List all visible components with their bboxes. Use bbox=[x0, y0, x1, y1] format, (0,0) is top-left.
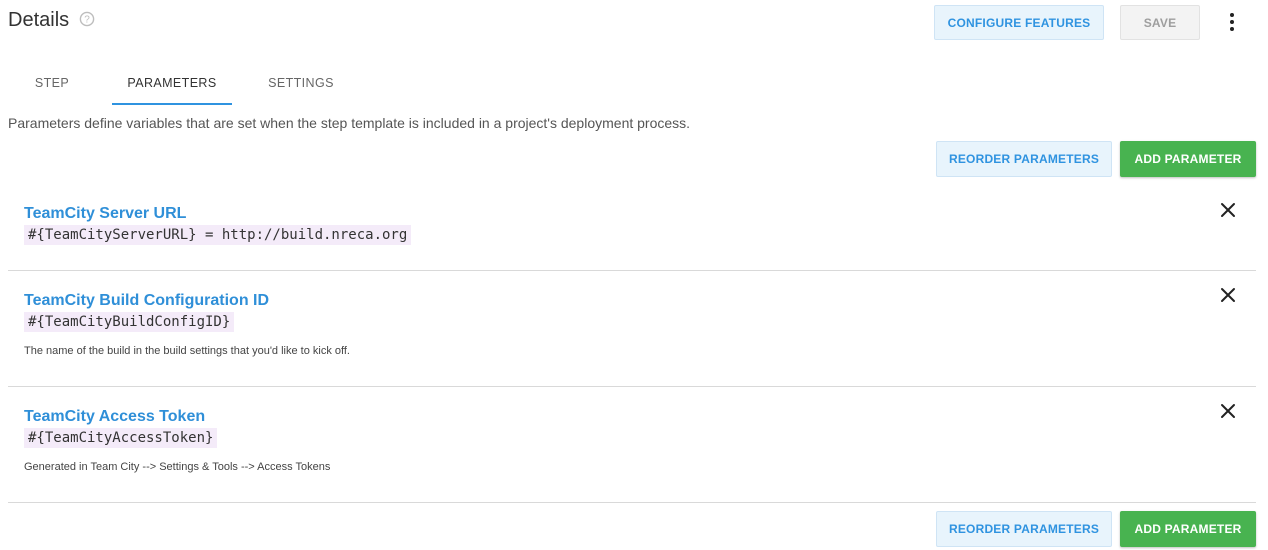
page-header: Details ? CONFIGURE FEATURES SAVE bbox=[8, 0, 1260, 48]
reorder-parameters-button-bottom[interactable]: REORDER PARAMETERS bbox=[936, 511, 1112, 547]
save-button[interactable]: SAVE bbox=[1120, 5, 1200, 40]
page-title: Details bbox=[8, 9, 70, 31]
parameter-help-text: Generated in Team City --> Settings & To… bbox=[24, 461, 331, 473]
svg-text:?: ? bbox=[84, 15, 90, 26]
close-icon[interactable] bbox=[1218, 200, 1238, 220]
tab-parameters[interactable]: PARAMETERS bbox=[112, 62, 232, 105]
configure-features-button[interactable]: CONFIGURE FEATURES bbox=[934, 5, 1104, 40]
parameter-variable: #{TeamCityBuildConfigID} bbox=[24, 312, 235, 332]
parameter-item[interactable]: TeamCity Build Configuration ID #{TeamCi… bbox=[8, 271, 1256, 387]
parameter-help-text: The name of the build in the build setti… bbox=[24, 345, 350, 357]
parameter-name[interactable]: TeamCity Build Configuration ID bbox=[24, 292, 269, 310]
add-parameter-button[interactable]: ADD PARAMETER bbox=[1120, 141, 1256, 177]
parameter-variable: #{TeamCityAccessToken} bbox=[24, 428, 218, 448]
tab-step[interactable]: STEP bbox=[8, 62, 96, 104]
parameter-name[interactable]: TeamCity Access Token bbox=[24, 408, 205, 426]
parameters-description: Parameters define variables that are set… bbox=[8, 115, 691, 131]
help-circle-icon[interactable]: ? bbox=[79, 11, 95, 27]
close-icon[interactable] bbox=[1218, 285, 1238, 305]
more-vertical-icon[interactable] bbox=[1222, 12, 1242, 32]
parameter-item[interactable]: TeamCity Server URL #{TeamCityServerURL}… bbox=[8, 190, 1256, 271]
reorder-parameters-button[interactable]: REORDER PARAMETERS bbox=[936, 141, 1112, 177]
parameter-item[interactable]: TeamCity Access Token #{TeamCityAccessTo… bbox=[8, 387, 1256, 503]
tab-settings[interactable]: SETTINGS bbox=[246, 62, 356, 104]
parameter-name[interactable]: TeamCity Server URL bbox=[24, 205, 186, 223]
close-icon[interactable] bbox=[1218, 401, 1238, 421]
parameter-variable: #{TeamCityServerURL} = http://build.nrec… bbox=[24, 225, 412, 245]
add-parameter-button-bottom[interactable]: ADD PARAMETER bbox=[1120, 511, 1256, 547]
